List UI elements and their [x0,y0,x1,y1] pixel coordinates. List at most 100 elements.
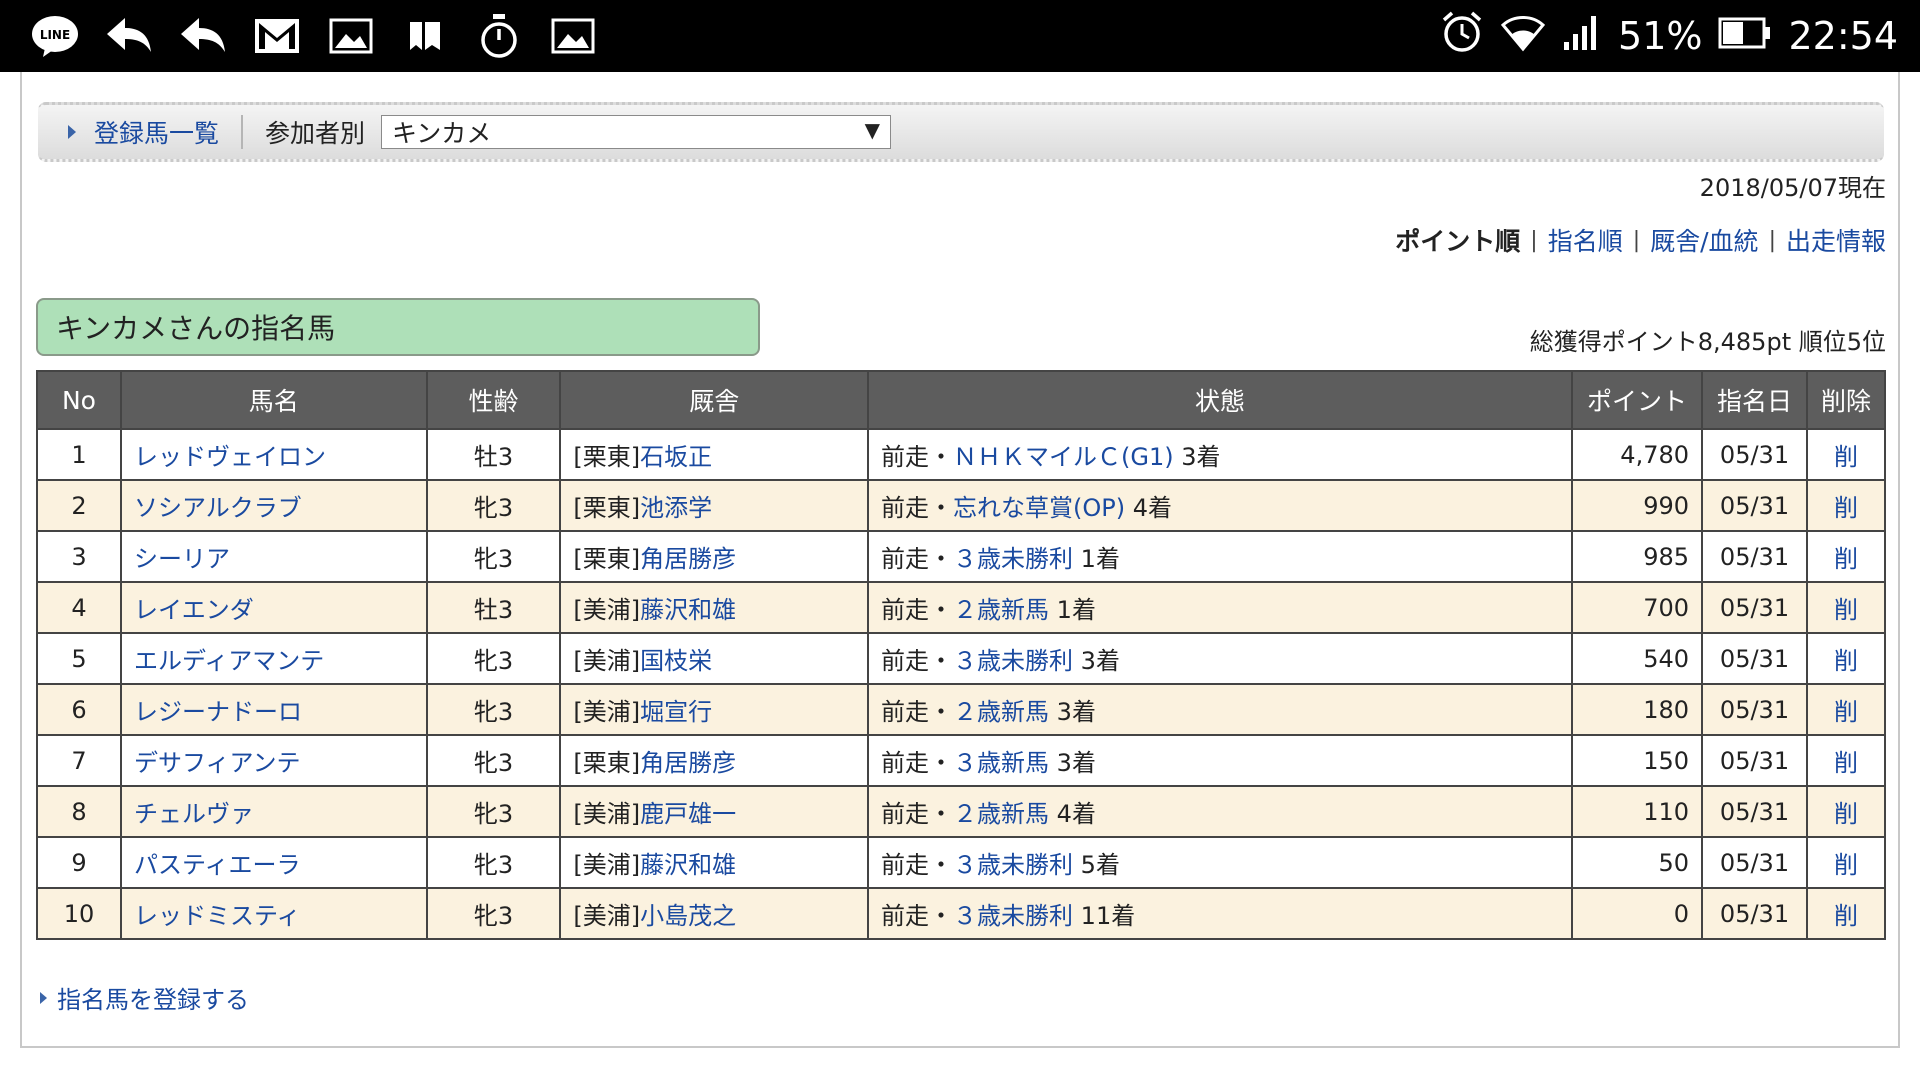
delete-link[interactable]: 削 [1834,596,1858,624]
delete-link[interactable]: 削 [1834,851,1858,879]
cell-pick-date: 05/31 [1701,785,1808,838]
cell-status: 前走・２歳新馬 3着 [867,683,1574,736]
cell-points: 180 [1571,683,1704,736]
cell-sex-age: 牝3 [425,887,562,940]
horse-name-link[interactable]: シーリア [134,545,230,573]
horse-name-link[interactable]: ソシアルクラブ [134,494,302,522]
cell-horse-name: パスティエーラ [119,836,428,889]
cell-status: 前走・２歳新馬 1着 [867,581,1574,634]
table-row: 4 レイエンダ 牡3 [美浦]藤沢和雄 前走・２歳新馬 1着 700 05/31 削 [36,581,1886,634]
race-link[interactable]: ３歳未勝利 [953,851,1073,879]
participant-select[interactable]: キンカメ ▼ [381,115,892,149]
race-link[interactable]: ３歳新馬 [953,749,1049,777]
trainer-link[interactable]: 石坂正 [640,443,712,471]
registered-horses-label[interactable]: 登録馬一覧 [94,114,219,150]
horse-name-link[interactable]: デサフィアンテ [134,749,301,777]
cell-pick-date: 05/31 [1701,581,1808,634]
col-header-stable: 厩舎 [559,370,870,430]
delete-link[interactable]: 削 [1834,494,1858,522]
horse-name-link[interactable]: チェルヴァ [134,800,254,828]
sort-by-entry-info[interactable]: 出走情報 [1786,222,1886,258]
race-link[interactable]: ３歳未勝利 [953,545,1073,573]
stable-region: [栗東] [573,443,641,471]
sort-by-pick-order[interactable]: 指名順 [1548,222,1623,258]
horse-name-link[interactable]: エルディアマンテ [134,647,324,675]
trainer-link[interactable]: 小島茂之 [640,902,736,930]
cell-no: 3 [36,530,122,583]
cell-delete: 削 [1806,632,1886,685]
race-link[interactable]: ＮＨＫマイルＣ(G1) [953,443,1174,471]
sort-separator: | [1530,227,1538,253]
cell-horse-name: レッドミスティ [119,887,428,940]
finish-position: 3着 [1056,749,1096,777]
stable-region: [栗東] [573,494,641,522]
trainer-link[interactable]: 鹿戸雄一 [640,800,736,828]
col-header-name: 馬名 [119,370,428,430]
race-link[interactable]: ２歳新馬 [953,698,1049,726]
delete-link[interactable]: 削 [1834,545,1858,573]
cell-stable: [栗東]石坂正 [559,428,870,481]
race-link[interactable]: ２歳新馬 [953,800,1049,828]
cell-status: 前走・３歳未勝利 11着 [867,887,1574,940]
race-link[interactable]: 忘れな草賞(OP) [953,494,1125,522]
trainer-link[interactable]: 角居勝彦 [640,545,736,573]
cell-delete: 削 [1806,479,1886,532]
cell-no: 7 [36,734,122,787]
finish-position: 3着 [1056,698,1096,726]
sort-by-points: ポイント順 [1395,227,1521,256]
cell-no: 9 [36,836,122,889]
stable-region: [美浦] [573,851,641,879]
finish-position: 3着 [1181,443,1221,471]
reply-icon [178,11,228,61]
horse-name-link[interactable]: パスティエーラ [134,851,301,879]
col-header-delete: 削除 [1806,370,1886,430]
cell-status: 前走・３歳未勝利 3着 [867,632,1574,685]
table-row: 10 レッドミスティ 牝3 [美浦]小島茂之 前走・３歳未勝利 11着 0 05/31 削 [36,887,1886,940]
delete-link[interactable]: 削 [1834,749,1858,777]
status-prefix: 前走・ [881,443,954,471]
cell-horse-name: ソシアルクラブ [119,479,428,532]
cell-no: 4 [36,581,122,634]
trainer-link[interactable]: 堀宣行 [640,698,712,726]
finish-position: 1着 [1056,596,1096,624]
race-link[interactable]: ２歳新馬 [953,596,1049,624]
delete-link[interactable]: 削 [1834,647,1858,675]
register-horse-label[interactable]: 指名馬を登録する [57,980,249,1015]
finish-position: 1着 [1080,545,1120,573]
horse-name-link[interactable]: レッドミスティ [134,902,301,930]
delete-link[interactable]: 削 [1834,902,1858,930]
status-prefix: 前走・ [881,596,954,624]
delete-link[interactable]: 削 [1834,443,1858,471]
finish-position: 4着 [1056,800,1096,828]
cell-sex-age: 牝3 [425,734,562,787]
clock-time: 22:54 [1788,14,1898,58]
race-link[interactable]: ３歳未勝利 [953,647,1073,675]
cell-pick-date: 05/31 [1701,734,1808,787]
horse-name-link[interactable]: レジーナドーロ [134,698,302,726]
section-title: キンカメさんの指名馬 [36,298,760,356]
status-prefix: 前走・ [881,851,954,879]
dropdown-arrow-icon: ▼ [864,118,881,142]
register-horse-link[interactable]: 指名馬を登録する [40,980,249,1015]
delete-link[interactable]: 削 [1834,698,1858,726]
registered-horses-link[interactable]: 登録馬一覧 [68,114,219,150]
table-header-row: No 馬名 性齢 厩舎 状態 ポイント 指名日 削除 [36,370,1886,430]
sort-options: ポイント順 | 指名順 | 厩舎/血統 | 出走情報 [1395,222,1886,258]
trainer-link[interactable]: 藤沢和雄 [640,851,736,879]
horse-name-link[interactable]: レイエンダ [134,596,254,624]
trainer-link[interactable]: 藤沢和雄 [640,596,736,624]
triangle-right-icon [40,991,47,1004]
horse-name-link[interactable]: レッドヴェイロン [134,443,326,471]
cell-sex-age: 牡3 [425,428,562,481]
cell-sex-age: 牝3 [425,479,562,532]
trainer-link[interactable]: 池添学 [640,494,712,522]
cell-stable: [美浦]国枝栄 [559,632,870,685]
race-link[interactable]: ３歳未勝利 [953,902,1073,930]
trainer-link[interactable]: 国枝栄 [640,647,712,675]
trainer-link[interactable]: 角居勝彦 [640,749,736,777]
divider [241,115,244,149]
sort-by-stable-bloodline[interactable]: 厩舎/血統 [1650,222,1758,258]
table-row: 9 パスティエーラ 牝3 [美浦]藤沢和雄 前走・３歳未勝利 5着 50 05/31 削 [36,836,1886,889]
delete-link[interactable]: 削 [1834,800,1858,828]
cell-status: 前走・３歳新馬 3着 [867,734,1574,787]
